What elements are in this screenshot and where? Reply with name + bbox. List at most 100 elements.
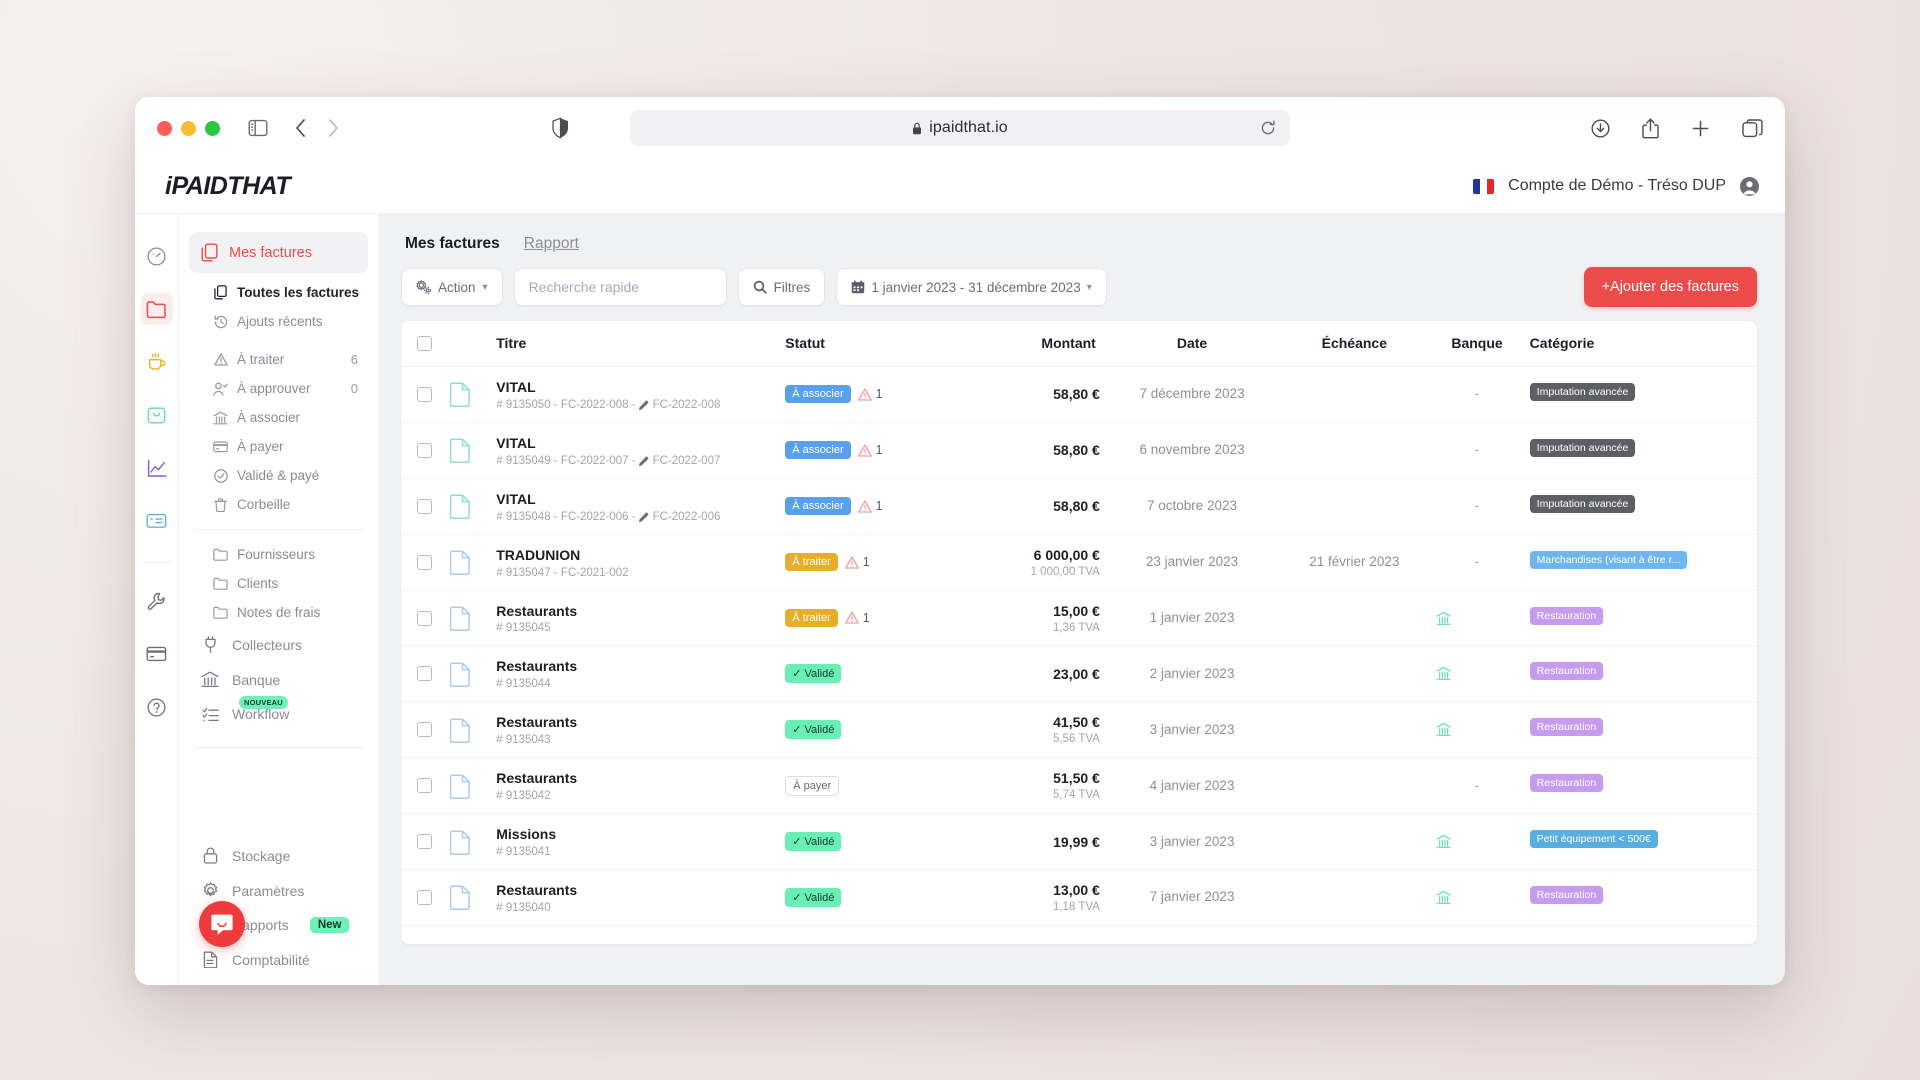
status-badge[interactable]: À associer xyxy=(785,441,851,460)
search-input[interactable] xyxy=(513,268,727,306)
invoice-title[interactable]: Restaurants xyxy=(496,657,773,676)
sidebar-item-a-traiter[interactable]: À traiter 6 xyxy=(179,345,378,374)
document-icon[interactable] xyxy=(449,605,485,631)
warning-count[interactable]: 1 xyxy=(857,387,883,401)
category-badge[interactable]: Restauration xyxy=(1529,774,1604,793)
row-checkbox[interactable] xyxy=(417,386,432,402)
fr-flag-icon[interactable] xyxy=(1473,178,1495,194)
new-tab-icon[interactable] xyxy=(1691,119,1710,138)
document-icon[interactable] xyxy=(449,381,485,408)
sidebar-item-corbeille[interactable]: Corbeille xyxy=(179,490,378,519)
sidebar-item-ajouts-recents[interactable]: Ajouts récents xyxy=(179,307,378,336)
table-row[interactable]: Restaurants # 9135045 À traiter 1 15,00 € 1,3… xyxy=(401,590,1757,647)
row-checkbox[interactable] xyxy=(417,554,432,570)
status-badge[interactable]: À traiter xyxy=(785,553,838,571)
table-row[interactable]: Restaurants # 9135044 ✓ Validé 23,00 € 2 jan… xyxy=(401,645,1757,703)
sidebar-item-valide-paye[interactable]: Validé & payé xyxy=(179,461,378,490)
rail-item-tools[interactable] xyxy=(141,585,173,617)
invoice-title[interactable]: Restaurants xyxy=(496,602,773,621)
rail-item-inbox[interactable] xyxy=(141,399,173,431)
status-badge[interactable]: À associer xyxy=(785,497,851,516)
invoice-title[interactable]: Restaurants xyxy=(496,881,773,900)
sidebar-item-toutes-les-factures[interactable]: Toutes les factures xyxy=(179,278,378,307)
invoice-title[interactable]: TRADUNION xyxy=(496,546,773,565)
sidebar-item-fournisseurs[interactable]: Fournisseurs xyxy=(179,540,378,569)
category-badge[interactable]: Imputation avancée xyxy=(1529,382,1636,401)
sidebar-item-parametres[interactable]: Paramètres xyxy=(179,873,378,908)
category-badge[interactable]: Imputation avancée xyxy=(1529,494,1636,513)
sidebar-item-banque[interactable]: Banque xyxy=(179,662,378,697)
date-range-button[interactable]: 1 janvier 2023 - 31 décembre 2023 ▾ xyxy=(836,268,1107,306)
invoice-title[interactable]: VITAL xyxy=(496,434,773,453)
table-row[interactable]: TRADUNION # 9135047 - FC-2021-002 À traite… xyxy=(401,534,1757,591)
table-row[interactable]: VITAL # 9135049 - FC-2022-007 - FC-2022-0… xyxy=(401,422,1757,479)
sidebar-item-collecteurs[interactable]: Collecteurs xyxy=(179,627,378,662)
warning-count[interactable]: 1 xyxy=(857,443,883,457)
row-checkbox[interactable] xyxy=(417,889,432,905)
rail-item-cafe[interactable] xyxy=(141,346,173,378)
table-row[interactable]: Restaurants # 9135040 ✓ Validé 13,00 €1,18 … xyxy=(401,869,1757,926)
warning-count[interactable]: 1 xyxy=(857,499,883,513)
document-icon[interactable] xyxy=(449,549,485,576)
invoice-title[interactable]: Restaurants xyxy=(496,713,773,732)
shield-icon[interactable] xyxy=(552,117,569,139)
column-banque[interactable]: Banque xyxy=(1430,321,1524,367)
status-badge[interactable]: ✓ Validé xyxy=(785,720,842,740)
filters-button[interactable]: Filtres xyxy=(737,268,826,306)
bank-icon[interactable] xyxy=(1436,722,1517,737)
back-button[interactable] xyxy=(294,118,307,138)
warning-count[interactable]: 1 xyxy=(844,611,870,625)
table-row[interactable]: VITAL # 9135048 - FC-2022-006 - FC-2022-0… xyxy=(401,478,1757,535)
intercom-launcher-button[interactable] xyxy=(199,901,245,947)
add-invoices-button[interactable]: +Ajouter des factures xyxy=(1583,267,1757,307)
category-badge[interactable]: Restauration xyxy=(1529,606,1604,625)
rail-item-help[interactable] xyxy=(141,691,173,723)
sidebar-item-notes-de-frais[interactable]: Notes de frais xyxy=(179,598,378,627)
row-checkbox[interactable] xyxy=(417,834,432,850)
document-icon[interactable] xyxy=(449,773,485,799)
category-badge[interactable]: Restauration xyxy=(1529,885,1604,904)
category-badge[interactable]: Marchandises (visant à être r... xyxy=(1529,550,1688,569)
category-badge[interactable]: Petit équipement < 500€ xyxy=(1529,830,1658,849)
column-categorie[interactable]: Catégorie xyxy=(1523,321,1757,367)
status-badge[interactable]: ✓ Validé xyxy=(785,887,842,907)
row-checkbox[interactable] xyxy=(417,498,432,514)
sidebar-item-stockage[interactable]: Stockage xyxy=(179,838,378,873)
bank-icon[interactable] xyxy=(1436,834,1517,849)
rail-item-analytics[interactable] xyxy=(141,452,173,484)
document-icon[interactable] xyxy=(449,493,485,520)
column-date[interactable]: Date xyxy=(1105,321,1279,367)
status-badge[interactable]: À associer xyxy=(785,385,851,404)
tab-mes-factures[interactable]: Mes factures xyxy=(405,235,500,253)
action-dropdown-button[interactable]: Action ▾ xyxy=(401,268,503,306)
row-checkbox[interactable] xyxy=(417,722,432,738)
document-icon[interactable] xyxy=(449,829,485,855)
sidebar-item-a-approuver[interactable]: À approuver 0 xyxy=(179,374,378,403)
sidebar-item-mes-factures[interactable]: Mes factures xyxy=(189,232,368,273)
document-icon[interactable] xyxy=(449,437,485,464)
row-checkbox[interactable] xyxy=(417,442,432,458)
sidebar-item-clients[interactable]: Clients xyxy=(179,569,378,598)
download-icon[interactable] xyxy=(1591,118,1610,138)
table-row[interactable]: Restaurants # 9135043 ✓ Validé 41,50 € 5,56 … xyxy=(401,701,1757,759)
category-badge[interactable]: Restauration xyxy=(1529,662,1604,681)
minimize-window-button[interactable] xyxy=(181,120,196,136)
reload-icon[interactable] xyxy=(1260,120,1276,136)
column-montant[interactable]: Montant xyxy=(971,321,1106,367)
sidebar-item-a-associer[interactable]: À associer xyxy=(179,403,378,432)
warning-count[interactable]: 1 xyxy=(844,555,870,569)
status-badge[interactable]: ✓ Validé xyxy=(785,664,842,684)
address-bar[interactable]: ipaidthat.io xyxy=(630,110,1290,146)
status-badge[interactable]: À traiter xyxy=(785,608,838,627)
tab-rapport[interactable]: Rapport xyxy=(524,235,579,253)
rail-item-ledger[interactable] xyxy=(141,505,173,537)
close-window-button[interactable] xyxy=(157,120,172,136)
category-badge[interactable]: Imputation avancée xyxy=(1529,438,1636,457)
table-row[interactable]: Restaurants # 9135042 À payer 51,50 € 5,74 T… xyxy=(401,757,1757,815)
bank-icon[interactable] xyxy=(1436,666,1517,681)
document-icon[interactable] xyxy=(449,717,485,743)
rail-item-dashboard[interactable] xyxy=(141,240,173,272)
tab-overview-icon[interactable] xyxy=(1742,118,1763,138)
row-checkbox[interactable] xyxy=(417,778,432,794)
category-badge[interactable]: Restauration xyxy=(1529,718,1604,737)
